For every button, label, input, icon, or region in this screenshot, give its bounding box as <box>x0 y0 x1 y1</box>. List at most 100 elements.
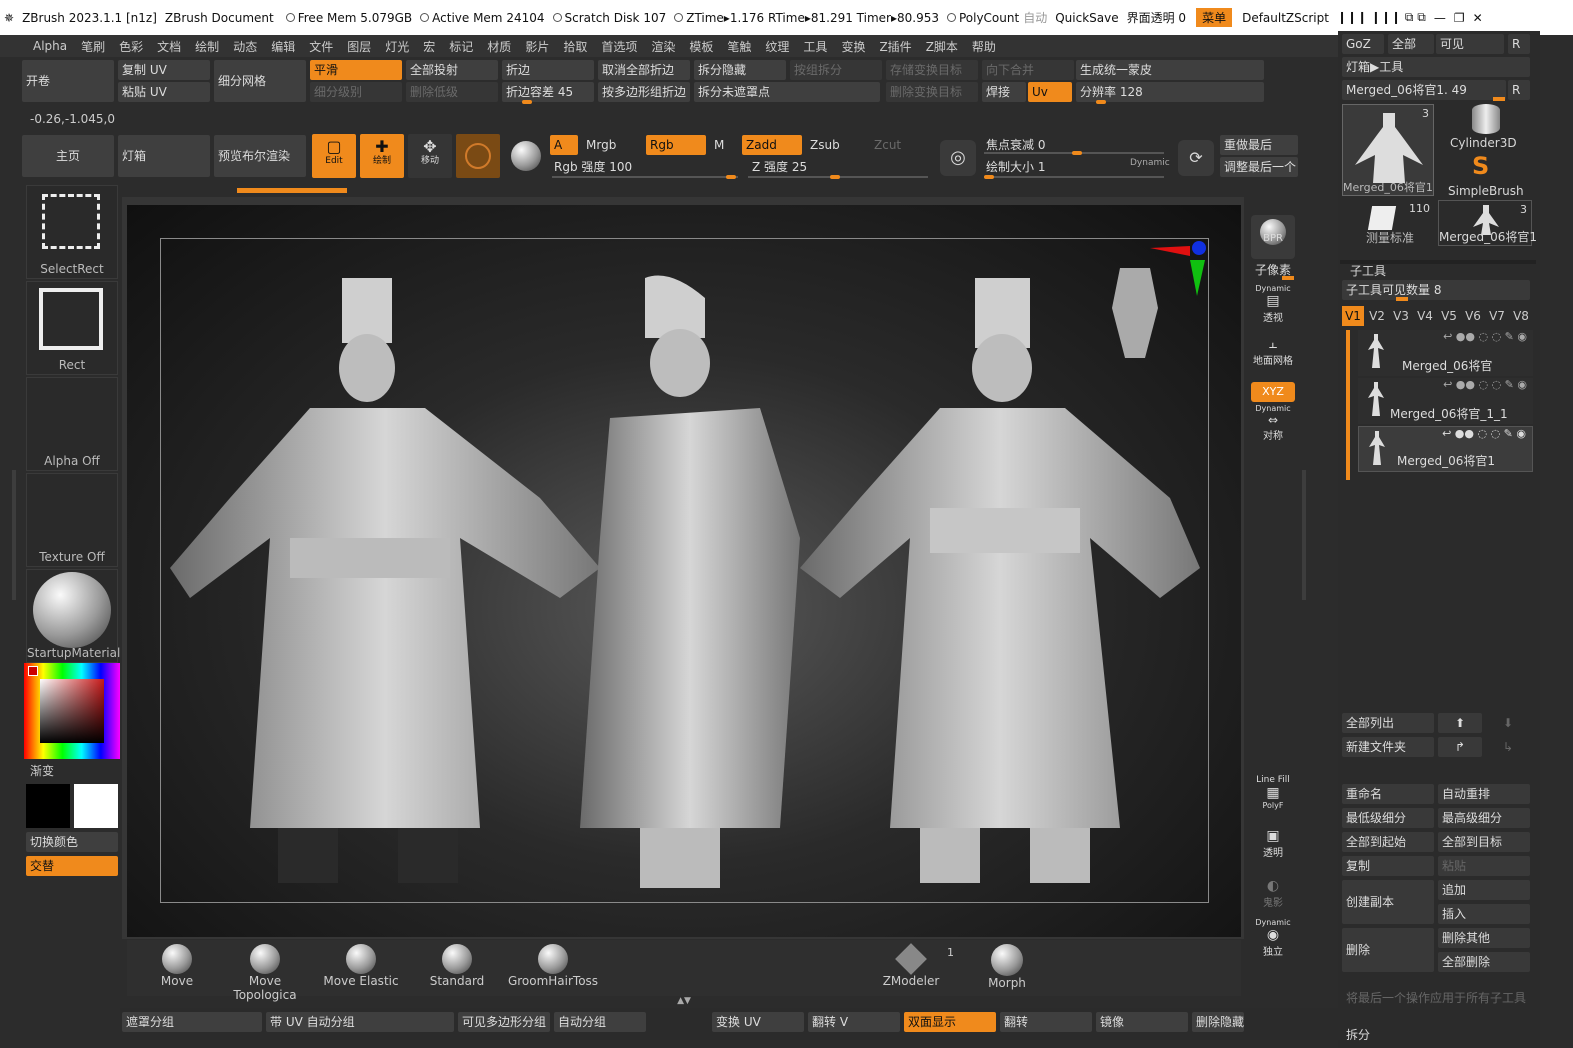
left-tray-scrollbar[interactable] <box>12 470 16 600</box>
visibility-tab-v8[interactable]: V8 <box>1510 306 1532 326</box>
split-section-title[interactable]: 拆分 <box>1346 1026 1370 1043</box>
uv-autogroup-button[interactable]: 带 UV 自动分组 <box>266 1012 454 1032</box>
tool-thumb-measure[interactable]: 110 测量标准 <box>1342 200 1434 246</box>
perspective-button[interactable]: Dynamic ▤ 透视 <box>1251 284 1295 324</box>
menu-item[interactable]: 动态 <box>226 38 264 55</box>
rgb-intensity-slider[interactable]: Rgb 强度 100 <box>550 157 740 177</box>
crease-slider-knob[interactable] <box>522 100 532 104</box>
draw-button[interactable]: ✚ 绘制 <box>360 134 404 178</box>
visibility-tab-v7[interactable]: V7 <box>1486 306 1508 326</box>
mirror-button[interactable]: 镜像 <box>1096 1012 1188 1032</box>
visibility-tab-v6[interactable]: V6 <box>1462 306 1484 326</box>
mrgb-toggle[interactable]: Mrgb <box>582 135 642 155</box>
visibility-tab-v5[interactable]: V5 <box>1438 306 1460 326</box>
flip-v-button[interactable]: 翻转 V <box>808 1012 900 1032</box>
a-toggle[interactable]: A <box>550 135 578 155</box>
move-button[interactable]: ✥ 移动 <box>408 134 452 178</box>
zsub-toggle[interactable]: Zsub <box>806 135 866 155</box>
menu-item[interactable]: 宏 <box>416 38 442 55</box>
delete-button[interactable]: 删除 <box>1342 928 1434 972</box>
brush-standard[interactable]: Standard <box>410 944 504 988</box>
select-rect-tile[interactable]: SelectRect <box>26 185 118 279</box>
auto-reorder-button[interactable]: 自动重排 <box>1438 784 1530 804</box>
delete-other-button[interactable]: 删除其他 <box>1438 928 1530 948</box>
primary-color-swatch[interactable] <box>74 784 118 828</box>
crease-button[interactable]: 折边 <box>502 60 594 80</box>
move-up-icon[interactable]: ⬆ <box>1438 713 1482 733</box>
preview-bool-button[interactable]: 预览布尔渲染 <box>214 135 306 177</box>
tool-thumb-merged-2[interactable]: 3 Merged_06将官1 <box>1438 200 1537 246</box>
linefill-button[interactable]: Line Fill ▦ PolyF <box>1251 775 1295 815</box>
orientation-gizmo-icon[interactable] <box>1112 241 1206 358</box>
group-split-button[interactable]: 按组拆分 <box>790 60 882 80</box>
edit-button[interactable]: ▢ Edit <box>312 134 356 178</box>
folder-down-icon[interactable]: ↳ <box>1486 737 1530 757</box>
copy-button[interactable]: 复制 <box>1342 856 1434 876</box>
brush-move-elastic[interactable]: Move Elastic <box>314 944 408 988</box>
menu-item[interactable]: 材质 <box>480 38 518 55</box>
r-button[interactable]: R <box>1508 80 1530 100</box>
menu-item[interactable]: 绘制 <box>188 38 226 55</box>
texture-tile[interactable]: Texture Off <box>26 473 118 567</box>
menu-item[interactable]: 灯光 <box>378 38 416 55</box>
lazy-mouse-icon[interactable]: ⟳ <box>1178 140 1214 176</box>
symmetry-button[interactable]: Dynamic ⇔ 对称 <box>1251 404 1295 444</box>
delete-all-button[interactable]: 全部删除 <box>1438 952 1530 972</box>
close-icon[interactable]: ✕ <box>1469 11 1487 25</box>
menu-item[interactable]: 笔刷 <box>74 38 112 55</box>
menu-item[interactable]: 图层 <box>340 38 378 55</box>
uv-toggle[interactable]: Uv <box>1028 82 1072 102</box>
brush-move-topologica[interactable]: Move Topologica <box>218 944 312 1002</box>
menu-item[interactable]: Alpha <box>26 39 74 53</box>
sculptris-pro-icon[interactable]: ◎ <box>940 140 976 176</box>
default-zscript[interactable]: DefaultZScript <box>1238 11 1333 25</box>
goz-button[interactable]: GoZ <box>1342 34 1384 54</box>
menu-item[interactable]: 拾取 <box>556 38 594 55</box>
double-sided-toggle[interactable]: 双面显示 <box>904 1012 996 1032</box>
delete-lower-button[interactable]: 删除低级 <box>406 82 498 102</box>
subtool-title[interactable]: 子工具 <box>1350 262 1386 279</box>
tool-thumb-merged[interactable]: 3 Merged_06将官1 <box>1342 104 1434 196</box>
alpha-tile[interactable]: Alpha Off <box>26 377 118 471</box>
tool-slider-knob[interactable] <box>1493 97 1505 101</box>
rename-button[interactable]: 重命名 <box>1342 784 1434 804</box>
highest-subdiv-button[interactable]: 最高级细分 <box>1438 808 1530 828</box>
brush-groomhairtoss[interactable]: GroomHairToss <box>506 944 600 988</box>
subtool-slider-knob[interactable] <box>1396 297 1408 301</box>
m-toggle[interactable]: M <box>710 135 738 155</box>
z-intensity-slider[interactable]: Z 强度 25 <box>748 157 928 177</box>
dynamic-label[interactable]: Dynamic <box>1130 158 1170 168</box>
menu-item[interactable]: 编辑 <box>264 38 302 55</box>
menu-item[interactable]: 纹理 <box>758 38 796 55</box>
subtool-row[interactable]: ↩ ●● ◌ ◌ ✎ ◉ Merged_06将官 <box>1358 330 1533 376</box>
delete-morph-button[interactable]: 删除变换目标 <box>886 82 978 102</box>
subtool-row-selected[interactable]: ↩ ●● ◌ ◌ ✎ ◉ Merged_06将官1 <box>1358 426 1533 472</box>
delete-hidden-button[interactable]: 删除隐藏 <box>1192 1012 1244 1032</box>
paste-button[interactable]: 粘贴 <box>1438 856 1530 876</box>
opacity-slider[interactable]: 界面透明 0 <box>1123 9 1190 26</box>
tray-icons[interactable]: ❙❙❙ ❙❙❙ ⧉ ⧉ <box>1333 10 1430 25</box>
rgb-slider-knob[interactable] <box>726 175 736 179</box>
menu-item[interactable]: 工具 <box>796 38 834 55</box>
visibility-tab-v2[interactable]: V2 <box>1366 306 1388 326</box>
move-down-icon[interactable]: ⬇ <box>1486 713 1530 733</box>
resolution-slider-knob[interactable] <box>1096 100 1106 104</box>
store-morph-button[interactable]: 存储变换目标 <box>886 60 978 80</box>
tray-scrollbar[interactable] <box>1302 470 1306 600</box>
menu-item[interactable]: 笔触 <box>720 38 758 55</box>
visibility-tab-v3[interactable]: V3 <box>1390 306 1412 326</box>
restore-icon[interactable]: ❐ <box>1450 11 1469 25</box>
folder-up-icon[interactable]: ↱ <box>1438 737 1482 757</box>
merge-down-button[interactable]: 向下合并 <box>982 60 1074 80</box>
tool-thumb-simplebrush[interactable]: S SimpleBrush <box>1438 152 1532 198</box>
weld-button[interactable]: 焊接 <box>982 82 1026 102</box>
all-to-start-button[interactable]: 全部到起始 <box>1342 832 1434 852</box>
lightbox-tool-button[interactable]: 灯箱▶工具 <box>1342 57 1530 77</box>
z-slider-knob[interactable] <box>830 175 840 179</box>
project-all-button[interactable]: 全部投射 <box>406 60 498 80</box>
lightbox-button[interactable]: 灯箱 <box>118 135 210 177</box>
secondary-color-swatch[interactable] <box>26 784 70 828</box>
switch-color-button[interactable]: 切换颜色 <box>26 832 118 852</box>
color-picker-square[interactable] <box>40 679 104 743</box>
floor-button[interactable]: ⫠ 地面网格 <box>1251 336 1295 372</box>
